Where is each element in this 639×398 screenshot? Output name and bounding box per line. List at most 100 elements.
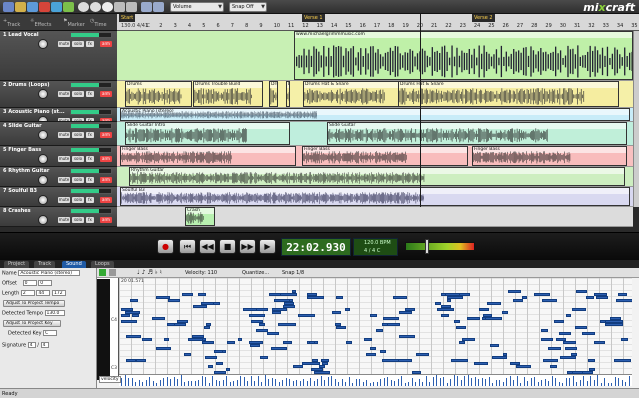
midi-note[interactable] (292, 365, 303, 368)
signature-denominator[interactable]: 4 (40, 342, 49, 348)
midi-note[interactable] (198, 293, 206, 296)
track-pan-knob[interactable] (38, 215, 48, 225)
velocity-bar[interactable] (446, 382, 448, 386)
midi-note[interactable] (548, 347, 562, 350)
velocity-bar[interactable] (593, 379, 595, 386)
midi-note[interactable] (366, 353, 376, 356)
velocity-bar[interactable] (250, 375, 252, 386)
midi-note[interactable] (279, 293, 297, 296)
solo-button[interactable]: solo (72, 197, 84, 203)
track-lane[interactable]: Soulful B3 (117, 187, 633, 207)
midi-note[interactable] (392, 296, 407, 299)
velocity-bar[interactable] (628, 375, 630, 386)
fast-forward-button[interactable]: ▶▶ (239, 239, 256, 254)
track-pan-knob[interactable] (38, 130, 48, 140)
velocity-bar[interactable] (408, 382, 409, 386)
track-name[interactable]: 5 Finger Bass (3, 147, 41, 153)
fx-button[interactable]: fx (86, 132, 94, 138)
velocity-bar[interactable] (586, 380, 588, 386)
velocity-bar[interactable] (513, 380, 514, 386)
track-volume-slider[interactable] (70, 123, 112, 129)
midi-note[interactable] (260, 356, 268, 359)
midi-note[interactable] (467, 317, 480, 320)
velocity-bar[interactable] (537, 381, 539, 386)
midi-note[interactable] (306, 293, 317, 296)
velocity-bar[interactable] (320, 376, 322, 386)
solo-button[interactable]: solo (72, 156, 84, 162)
effects-button[interactable]: ☼ Effects (30, 18, 51, 28)
track-pan-knob[interactable] (38, 154, 48, 164)
audio-clip[interactable]: Slide Guitar Intro (125, 122, 290, 145)
midi-note[interactable] (203, 326, 211, 329)
velocity-bar[interactable] (541, 379, 542, 386)
midi-note[interactable] (533, 293, 551, 296)
velocity-bar[interactable] (341, 379, 343, 386)
midi-note[interactable] (416, 353, 429, 356)
velocity-bar[interactable] (534, 376, 535, 386)
velocity-bar[interactable] (348, 376, 350, 386)
velocity-bar[interactable] (313, 380, 315, 386)
velocity-bar[interactable] (376, 381, 378, 386)
midi-note[interactable] (405, 308, 416, 311)
track-volume-slider[interactable] (70, 109, 112, 115)
midi-note[interactable] (302, 362, 321, 365)
arm-button[interactable]: arm (100, 91, 112, 97)
velocity-bar[interactable] (471, 377, 472, 386)
velocity-bar[interactable] (124, 375, 126, 386)
velocity-bar[interactable] (443, 377, 444, 386)
velocity-bar[interactable] (415, 382, 416, 386)
pointer-tool-icon[interactable] (114, 2, 125, 12)
midi-note[interactable] (369, 347, 376, 350)
redo-icon[interactable] (90, 2, 101, 12)
midi-note[interactable] (335, 326, 346, 329)
midi-note[interactable] (201, 302, 214, 305)
offset-beat-field[interactable]: 0 (38, 280, 53, 286)
velocity-bar[interactable] (135, 381, 136, 386)
audio-clip[interactable]: Soulful B3 (120, 187, 630, 206)
playhead[interactable] (420, 14, 421, 207)
velocity-bar[interactable] (345, 381, 346, 386)
midi-note[interactable] (167, 299, 180, 302)
velocity-bar[interactable] (215, 379, 217, 386)
velocity-bar[interactable] (558, 381, 560, 386)
midi-note[interactable] (120, 320, 137, 323)
audio-clip[interactable]: Rhythm Guitar (129, 167, 625, 186)
track-header[interactable]: 6 Rhythm Guitar mute solo fx arm (0, 167, 117, 187)
save-icon[interactable] (27, 2, 38, 12)
midi-note[interactable] (182, 293, 194, 296)
velocity-bar[interactable] (614, 376, 616, 386)
velocity-bar[interactable] (282, 380, 283, 386)
new-file-icon[interactable] (3, 2, 14, 12)
marker-button[interactable]: ⚑ Marker (63, 18, 85, 28)
midi-note[interactable] (310, 368, 323, 371)
track-pan-knob[interactable] (38, 175, 48, 185)
rewind-button[interactable]: ◀◀ (199, 239, 216, 254)
velocity-bar[interactable] (355, 378, 357, 386)
midi-note[interactable] (556, 338, 567, 341)
velocity-bar[interactable] (544, 379, 546, 386)
velocity-bar[interactable] (436, 375, 437, 386)
audio-clip[interactable]: Finger Bass (120, 146, 296, 166)
velocity-bar[interactable] (366, 380, 367, 386)
velocity-bar[interactable] (289, 378, 290, 386)
marker-verse-1[interactable]: Verse 1 (302, 14, 325, 22)
midi-note[interactable] (489, 344, 500, 347)
midi-note[interactable] (587, 359, 595, 362)
velocity-bar[interactable] (488, 377, 490, 386)
mute-button[interactable]: mute (58, 91, 70, 97)
midi-note[interactable] (382, 359, 400, 362)
velocity-bar[interactable] (562, 382, 563, 386)
velocity-bar[interactable] (397, 378, 399, 386)
velocity-bar[interactable] (233, 380, 234, 386)
velocity-bar[interactable] (191, 381, 192, 386)
midi-note[interactable] (482, 314, 492, 317)
tab-track[interactable]: Track (34, 261, 56, 268)
length-tick-field[interactable]: 172 (52, 290, 67, 296)
midi-note[interactable] (184, 353, 191, 356)
timeline-ruler[interactable]: Start Verse 1 Verse 2 130.0 4/4 C 123456… (117, 14, 639, 31)
track-lane[interactable]: Rhythm Guitar (117, 167, 633, 187)
time-button[interactable]: ◷ Time (90, 18, 107, 28)
velocity-bar[interactable] (460, 379, 462, 386)
velocity-bar[interactable] (429, 381, 430, 386)
midi-note[interactable] (565, 347, 577, 350)
